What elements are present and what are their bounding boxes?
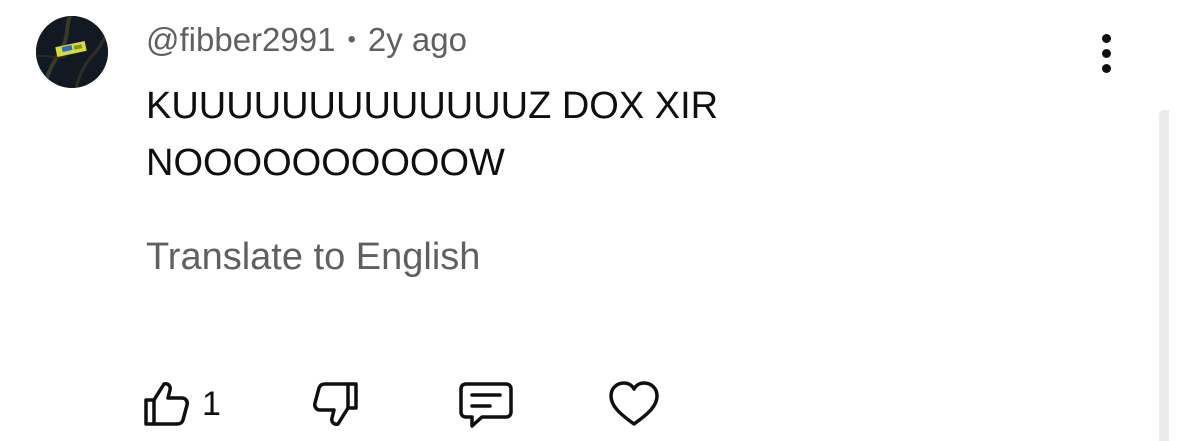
more-vertical-icon-dot [1101,48,1111,58]
reply-comment-icon [459,382,513,428]
avatar-image [36,16,108,88]
more-options-button[interactable] [1086,28,1126,78]
comment-text-line: KUUUUUUUUUUUUUZ DOX XIR [146,85,719,127]
heart-button[interactable] [606,374,662,434]
like-button[interactable]: 1 [140,374,221,434]
timestamp: 2y ago [367,21,467,58]
thumbs-up-icon [144,382,189,426]
thumbs-down-icon [313,382,358,426]
reply-button[interactable] [456,374,516,434]
dislike-button[interactable] [310,374,362,434]
author-name[interactable]: @fibber2991 [146,21,335,59]
comment-card: @fibber2991 • 2y ago KUUUUUUUUUUUUUZ DOX… [0,0,1179,441]
more-vertical-icon [1101,33,1111,43]
comment-text: KUUUUUUUUUUUUUZ DOX XIR NOOOOOOOOOOW [146,78,846,192]
separator-dot: • [347,26,356,53]
more-vertical-icon-dot [1101,63,1111,73]
translate-button[interactable]: Translate to English [146,236,480,279]
comment-text-line: NOOOOOOOOOOW [146,142,505,184]
heart-icon [609,381,659,426]
avatar[interactable] [36,16,108,88]
like-count: 1 [202,384,221,423]
scrollbar[interactable] [1159,110,1169,441]
comment-header: @fibber2991 • 2y ago [146,20,467,60]
